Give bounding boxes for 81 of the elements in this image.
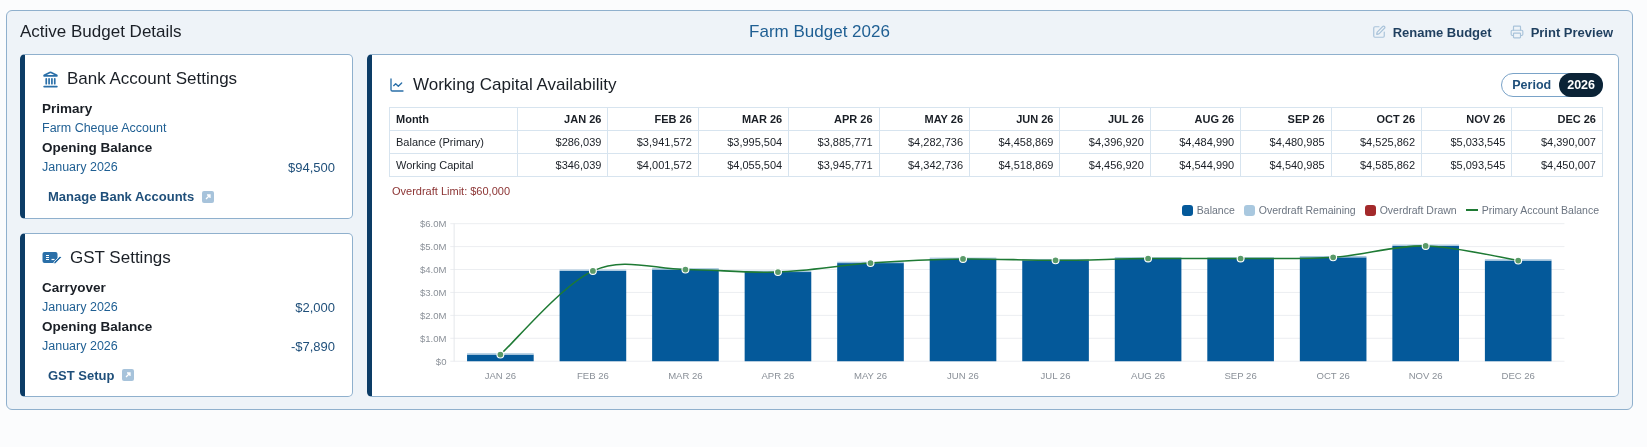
card-title: Working Capital Availability xyxy=(413,75,617,95)
table-cell: $346,039 xyxy=(517,153,608,177)
table-cell: $4,484,990 xyxy=(1150,130,1241,154)
column-header: MAY 26 xyxy=(879,107,970,131)
column-header: APR 26 xyxy=(788,107,880,131)
table-cell: $4,458,869 xyxy=(969,130,1060,154)
table-cell: $4,540,985 xyxy=(1240,153,1332,177)
column-header: JAN 26 xyxy=(517,107,608,131)
card-title: Bank Account Settings xyxy=(67,69,238,89)
legend-label: Primary Account Balance xyxy=(1481,204,1599,216)
table-cell: $3,995,504 xyxy=(698,130,789,154)
axis-category-label: APR 26 xyxy=(761,370,795,382)
table-cell: $4,390,007 xyxy=(1511,130,1603,154)
axis-category-label: MAY 26 xyxy=(853,370,888,382)
table-cell: $3,945,771 xyxy=(788,153,880,177)
field-value: January 2026 xyxy=(42,159,118,176)
axis-tick-label: $1.0M xyxy=(419,332,447,344)
axis-category-label: OCT 26 xyxy=(1316,370,1350,382)
table-cell: $4,396,920 xyxy=(1059,130,1151,154)
field-amount: $94,500 xyxy=(288,159,335,177)
axis-category-label: MAR 26 xyxy=(668,370,703,382)
table-cell: $3,885,771 xyxy=(788,130,880,154)
column-header: DEC 26 xyxy=(1511,107,1603,131)
table-cell: $4,544,990 xyxy=(1150,153,1241,177)
table-cell: $4,518,869 xyxy=(969,153,1060,177)
budget-name: Farm Budget 2026 xyxy=(749,22,890,42)
column-header: JUL 26 xyxy=(1059,107,1151,131)
field-label: Carryover xyxy=(42,278,107,297)
legend-label: Overdraft Remaining xyxy=(1258,204,1356,216)
field-label: Opening Balance xyxy=(42,317,154,336)
field-amount: -$7,890 xyxy=(290,337,335,356)
period-value: 2026 xyxy=(1559,73,1603,97)
period-label: Period xyxy=(1511,78,1553,92)
axis-category-label: JAN 26 xyxy=(484,370,517,382)
table-cell: $286,039 xyxy=(517,130,608,154)
table-cell: $4,282,736 xyxy=(879,130,970,154)
column-header: MAR 26 xyxy=(698,107,789,131)
field-value: January 2026 xyxy=(42,298,118,316)
card-title: GST Settings xyxy=(70,247,171,268)
axis-tick-label: $5.0M xyxy=(419,240,447,252)
axis-category-label: JUL 26 xyxy=(1040,370,1071,382)
column-header: AUG 26 xyxy=(1150,107,1241,131)
field-amount: $2,000 xyxy=(295,298,335,317)
axis-tick-label: $0 xyxy=(435,355,447,367)
axis-category-label: FEB 26 xyxy=(577,370,609,382)
overdraft-limit: Overdraft Limit: $60,000 xyxy=(392,185,511,197)
table-cell: $4,585,862 xyxy=(1331,153,1422,177)
axis-category-label: SEP 26 xyxy=(1224,370,1257,382)
table-cell: $3,941,572 xyxy=(607,130,699,154)
axis-category-label: AUG 26 xyxy=(1131,370,1166,382)
table-cell: $5,093,545 xyxy=(1421,153,1512,177)
legend-label: Overdraft Drawn xyxy=(1379,204,1457,216)
column-header: NOV 26 xyxy=(1421,107,1512,131)
table-cell: $4,480,985 xyxy=(1240,130,1332,154)
axis-tick-label: $3.0M xyxy=(419,286,447,298)
column-header: Month xyxy=(389,107,518,131)
table-cell: $4,525,862 xyxy=(1331,130,1422,154)
column-header: SEP 26 xyxy=(1240,107,1332,131)
column-header: OCT 26 xyxy=(1331,107,1422,131)
table-cell: $4,450,007 xyxy=(1511,153,1603,177)
axis-tick-label: $2.0M xyxy=(419,309,447,321)
field-value: Farm Cheque Account xyxy=(42,120,167,137)
table-cell: $5,033,545 xyxy=(1421,130,1512,154)
axis-category-label: NOV 26 xyxy=(1408,370,1443,382)
axis-category-label: DEC 26 xyxy=(1501,370,1535,382)
field-label: Opening Balance xyxy=(42,139,154,157)
field-value: January 2026 xyxy=(42,337,118,355)
column-header: JUN 26 xyxy=(969,107,1060,131)
axis-tick-label: $4.0M xyxy=(419,263,447,275)
row-header: Balance (Primary) xyxy=(389,130,518,154)
table-cell: $4,342,736 xyxy=(879,153,970,177)
axis-tick-label: $6.0M xyxy=(419,218,447,229)
table-cell: $4,055,504 xyxy=(698,153,789,177)
axis-category-label: JUN 26 xyxy=(947,370,979,382)
table-cell: $4,001,572 xyxy=(607,153,699,177)
row-header: Working Capital xyxy=(389,153,518,177)
table-cell: $4,456,920 xyxy=(1059,153,1151,177)
legend-label: Balance xyxy=(1196,204,1235,216)
field-label: Primary xyxy=(42,100,94,118)
column-header: FEB 26 xyxy=(607,107,699,131)
page-title: Active Budget Details xyxy=(20,22,183,42)
